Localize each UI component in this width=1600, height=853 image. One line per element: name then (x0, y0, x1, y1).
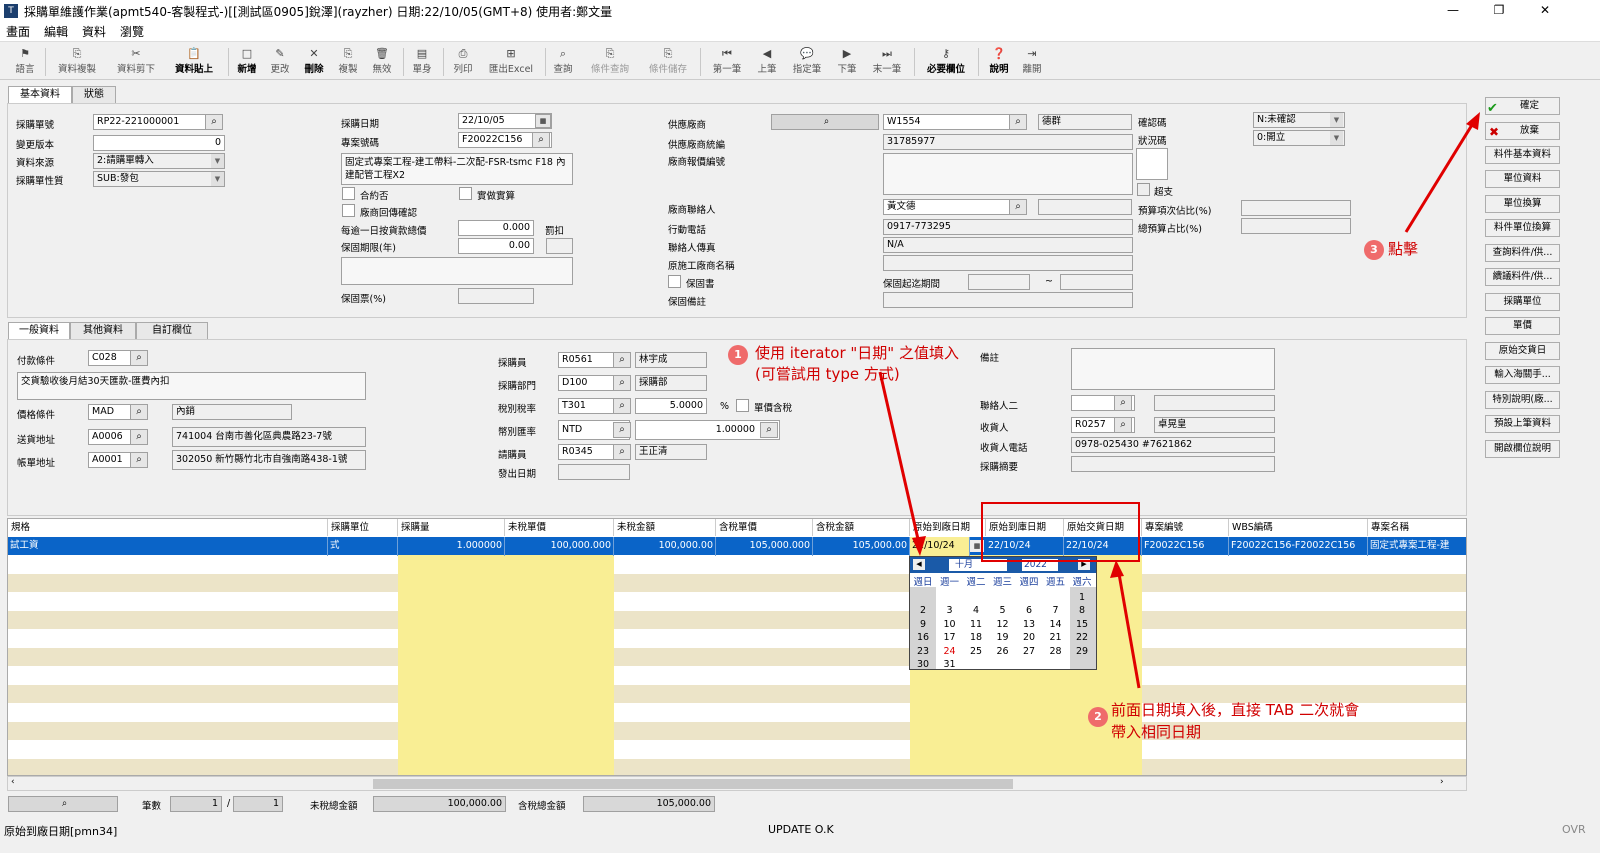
arrow-3 (1404, 119, 1477, 233)
highlight-box (981, 502, 1140, 562)
callout-number-2: 2 (1088, 707, 1108, 727)
callout-text-1a: 使用 iterator "日期" 之值填入 (755, 344, 959, 362)
arrow-1 (878, 371, 922, 549)
arrow-2-head (1110, 560, 1124, 578)
arrow-1-head (912, 536, 926, 556)
annotation-overlay (878, 112, 1480, 689)
callout-text-2b: 帶入相同日期 (1111, 723, 1202, 741)
callout-text-3: 點擊 (1388, 240, 1419, 258)
arrow-2 (1116, 567, 1141, 689)
callout-text-1b: (可嘗試用 type 方式) (755, 365, 900, 383)
callout-text-2a: 前面日期填入後，直接 TAB 二次就會 (1111, 701, 1360, 719)
callout-number-3: 3 (1364, 240, 1384, 260)
callout-number-1: 1 (728, 345, 748, 365)
arrow-3-head (1466, 112, 1480, 130)
